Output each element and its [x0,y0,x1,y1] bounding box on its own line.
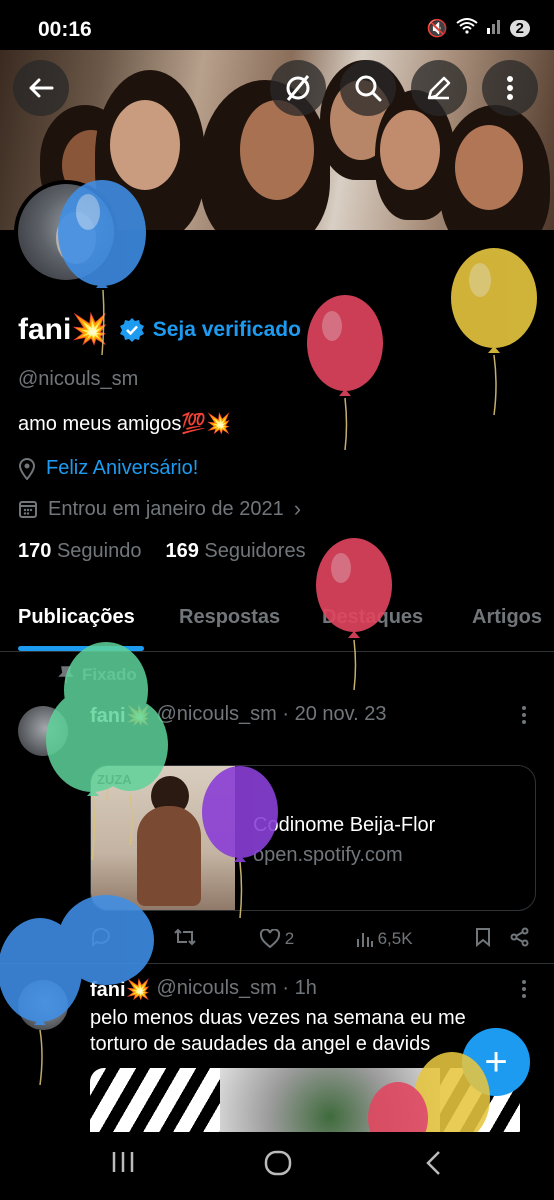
follow-stats: 170 Seguindo 169 Seguidores [18,540,306,563]
views-button[interactable]: 6,5K [356,929,413,949]
bookmark-button[interactable] [474,927,492,952]
more-vert-icon [522,980,526,998]
views-icon [356,933,373,947]
more-vert-icon [507,76,513,100]
post-avatar[interactable] [18,980,68,1030]
reply-button[interactable] [90,927,112,952]
verify-label: Seja verificado [152,317,301,341]
views-count: 6,5K [377,929,413,948]
search-button[interactable] [340,60,396,116]
chevron-right-icon: › [293,496,302,521]
status-time: 00:16 [38,18,92,41]
profile-handle: @nicouls_sm [18,368,139,390]
post-avatar[interactable] [18,706,68,756]
share-button[interactable] [510,927,530,952]
home-button[interactable] [264,1150,292,1183]
mute-icon: 🔇 [426,18,448,38]
back-arrow-icon [29,78,54,98]
post-divider [0,963,554,964]
profile-name-row: fani💥 Seja verificado [18,312,301,347]
post-header: fani💥 @nicouls_sm · 20 nov. 23 [90,703,387,728]
pinned-label-row: Fixado [58,665,137,685]
spotify-link-card[interactable]: ZUZA Codinome Beija-Flor open.spotify.co… [90,765,536,911]
system-nav-bar [0,1132,554,1200]
chevron-left-icon [426,1151,440,1175]
post-more-button[interactable] [520,978,528,1005]
post-text: pelo menos duas vezes na semana eu me to… [90,1007,466,1055]
post-actions: 2 6,5K [90,925,530,953]
bookmark-icon [475,927,490,947]
location-pin-icon [18,457,36,480]
home-icon [264,1150,292,1176]
pinned-label: Fixado [82,665,137,684]
tab-highlights[interactable]: Destaques [322,606,423,629]
following-link[interactable]: 170 Seguindo [18,540,141,563]
post-header: fani💥 @nicouls_sm · 1h [90,977,317,1002]
tab-articles[interactable]: Artigos [472,606,542,629]
system-back-button[interactable] [424,1150,442,1183]
verified-badge-icon [119,317,144,342]
back-button[interactable] [13,60,69,116]
post-handle-time: @nicouls_sm · 1h [156,977,317,999]
reply-icon [91,927,110,947]
like-button[interactable]: 2 [259,929,294,949]
following-label: Seguindo [56,540,142,562]
album-text: ZUZA [97,772,132,787]
tab-replies[interactable]: Respostas [179,606,280,629]
pin-icon [58,666,74,683]
signal-icon [486,18,502,39]
profile-location: Feliz Aniversário! [18,457,198,480]
like-icon [259,929,280,949]
hide-icon [286,75,310,101]
album-thumbnail: ZUZA [91,766,235,910]
following-count: 170 [18,540,52,562]
status-bar: 00:16 🔇 2 [0,0,554,50]
card-url: open.spotify.com [253,844,403,866]
recent-apps-button[interactable] [110,1150,136,1181]
notification-badge: 2 [509,20,530,37]
joined-text: Entrou em janeiro de 2021 [48,497,284,520]
profile-tabs: Publicações Respostas Destaques Artigos [0,600,554,652]
post-author-name[interactable]: fani💥 [90,977,150,1002]
tab-posts[interactable]: Publicações [18,606,135,629]
post-image[interactable] [90,1068,520,1138]
more-button[interactable] [482,60,538,116]
calendar-icon [19,501,37,518]
profile-name: fani💥 [18,313,109,346]
status-icons: 🔇 2 [426,18,530,39]
followers-count: 169 [165,540,199,562]
profile-avatar[interactable] [14,180,118,284]
profile-joined[interactable]: Entrou em janeiro de 2021 › [18,496,301,522]
post-author-name[interactable]: fani💥 [90,703,150,728]
post-handle-date: @nicouls_sm · 20 nov. 23 [156,703,387,725]
verify-link[interactable]: Seja verificado [119,317,301,343]
compose-icon: + [484,1039,508,1084]
followers-label: Seguidores [204,540,306,562]
search-icon [355,75,382,102]
compose-button[interactable]: + [462,1028,530,1096]
active-tab-indicator [18,646,144,651]
share-icon [510,927,529,946]
location-text[interactable]: Feliz Aniversário! [46,457,198,480]
followers-link[interactable]: 169 Seguidores [165,540,305,563]
recent-apps-icon [112,1152,134,1172]
edit-icon [427,76,451,100]
wifi-icon [456,18,478,39]
retweet-button[interactable] [173,927,197,952]
retweet-icon [174,928,197,945]
edit-button[interactable] [411,60,467,116]
more-vert-icon [522,706,526,724]
profile-bio: amo meus amigos💯💥 [18,413,232,435]
hide-button[interactable] [270,60,326,116]
post-more-button[interactable] [520,704,528,731]
card-title: Codinome Beija-Flor [253,814,436,836]
like-count: 2 [284,929,295,948]
